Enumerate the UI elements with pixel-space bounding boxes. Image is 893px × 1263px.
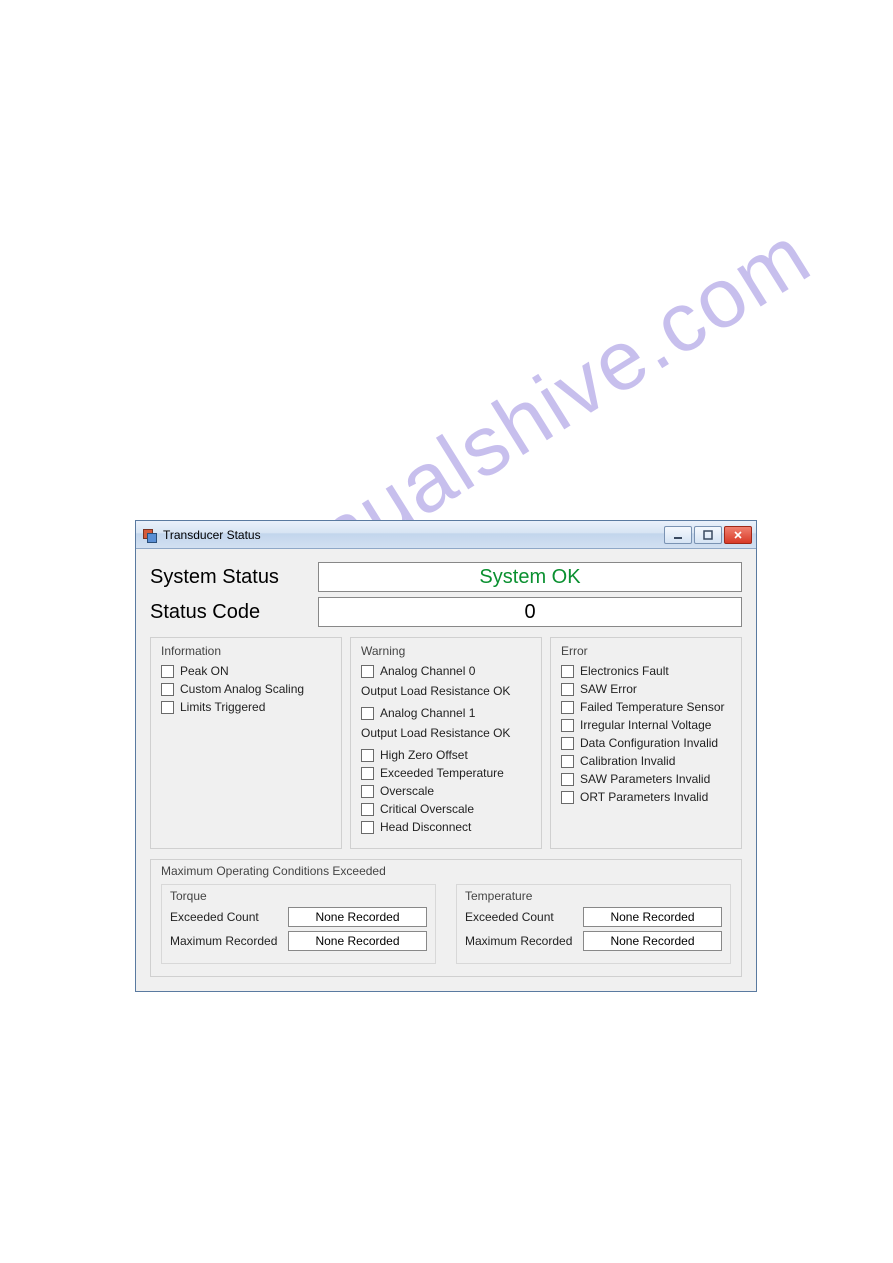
checkbox-label: Head Disconnect — [380, 820, 471, 834]
checkbox-data-configuration-invalid[interactable]: Data Configuration Invalid — [561, 736, 731, 750]
checkbox-icon — [161, 683, 174, 696]
checkbox-icon — [361, 785, 374, 798]
output-load-resistance-1: Output Load Resistance OK — [361, 726, 531, 740]
temperature-maxrec-value: None Recorded — [583, 931, 722, 951]
warning-title: Warning — [361, 644, 531, 658]
torque-exceeded-value: None Recorded — [288, 907, 427, 927]
app-icon — [142, 527, 158, 543]
checkbox-exceeded-temperature[interactable]: Exceeded Temperature — [361, 766, 531, 780]
minimize-button[interactable] — [664, 526, 692, 544]
status-code-row: Status Code 0 — [150, 597, 742, 627]
checkbox-electronics-fault[interactable]: Electronics Fault — [561, 664, 731, 678]
information-title: Information — [161, 644, 331, 658]
checkbox-saw-parameters-invalid[interactable]: SAW Parameters Invalid — [561, 772, 731, 786]
temperature-subgroup: Temperature Exceeded Count None Recorded… — [456, 884, 731, 964]
checkbox-peak-on[interactable]: Peak ON — [161, 664, 331, 678]
temperature-exceeded-value: None Recorded — [583, 907, 722, 927]
torque-title: Torque — [170, 889, 427, 903]
torque-subgroup: Torque Exceeded Count None Recorded Maxi… — [161, 884, 436, 964]
checkbox-label: Critical Overscale — [380, 802, 474, 816]
checkbox-icon — [361, 749, 374, 762]
temperature-title: Temperature — [465, 889, 722, 903]
torque-maxrec-row: Maximum Recorded None Recorded — [170, 931, 427, 951]
checkbox-label: Calibration Invalid — [580, 754, 675, 768]
checkbox-label: Analog Channel 0 — [380, 664, 475, 678]
checkbox-icon — [561, 701, 574, 714]
checkbox-icon — [361, 821, 374, 834]
checkbox-label: Peak ON — [180, 664, 229, 678]
checkbox-ort-parameters-invalid[interactable]: ORT Parameters Invalid — [561, 790, 731, 804]
checkbox-label: Limits Triggered — [180, 700, 265, 714]
error-title: Error — [561, 644, 731, 658]
checkbox-icon — [561, 773, 574, 786]
checkbox-critical-overscale[interactable]: Critical Overscale — [361, 802, 531, 816]
window-title: Transducer Status — [163, 528, 664, 542]
temperature-maxrec-row: Maximum Recorded None Recorded — [465, 931, 722, 951]
window-client-area: System Status System OK Status Code 0 In… — [136, 549, 756, 991]
transducer-status-window: Transducer Status System Status System O… — [135, 520, 757, 992]
checkbox-label: ORT Parameters Invalid — [580, 790, 708, 804]
checkbox-icon — [161, 665, 174, 678]
information-group: Information Peak ON Custom Analog Scalin… — [150, 637, 342, 849]
torque-maxrec-label: Maximum Recorded — [170, 934, 288, 948]
torque-maxrec-value: None Recorded — [288, 931, 427, 951]
checkbox-icon — [361, 803, 374, 816]
checkbox-calibration-invalid[interactable]: Calibration Invalid — [561, 754, 731, 768]
checkbox-icon — [561, 683, 574, 696]
window-titlebar[interactable]: Transducer Status — [136, 521, 756, 549]
checkbox-label: Data Configuration Invalid — [580, 736, 718, 750]
maximize-button[interactable] — [694, 526, 722, 544]
max-conditions-group: Maximum Operating Conditions Exceeded To… — [150, 859, 742, 977]
torque-exceeded-row: Exceeded Count None Recorded — [170, 907, 427, 927]
checkbox-analog-channel-1[interactable]: Analog Channel 1 — [361, 706, 531, 720]
checkbox-custom-analog-scaling[interactable]: Custom Analog Scaling — [161, 682, 331, 696]
checkbox-icon — [361, 665, 374, 678]
window-controls — [664, 526, 752, 544]
temperature-exceeded-row: Exceeded Count None Recorded — [465, 907, 722, 927]
checkbox-saw-error[interactable]: SAW Error — [561, 682, 731, 696]
status-code-label: Status Code — [150, 601, 318, 624]
checkbox-label: Irregular Internal Voltage — [580, 718, 711, 732]
checkbox-irregular-internal-voltage[interactable]: Irregular Internal Voltage — [561, 718, 731, 732]
torque-exceeded-label: Exceeded Count — [170, 910, 288, 924]
close-button[interactable] — [724, 526, 752, 544]
system-status-field: System OK — [318, 562, 742, 592]
checkbox-icon — [561, 665, 574, 678]
checkbox-label: Overscale — [380, 784, 434, 798]
checkbox-label: SAW Error — [580, 682, 637, 696]
checkbox-icon — [561, 791, 574, 804]
checkbox-icon — [561, 755, 574, 768]
checkbox-label: Custom Analog Scaling — [180, 682, 304, 696]
checkbox-overscale[interactable]: Overscale — [361, 784, 531, 798]
checkbox-limits-triggered[interactable]: Limits Triggered — [161, 700, 331, 714]
checkbox-icon — [361, 767, 374, 780]
error-group: Error Electronics Fault SAW Error Failed… — [550, 637, 742, 849]
checkbox-failed-temperature-sensor[interactable]: Failed Temperature Sensor — [561, 700, 731, 714]
checkbox-icon — [361, 707, 374, 720]
temperature-maxrec-label: Maximum Recorded — [465, 934, 583, 948]
temperature-exceeded-label: Exceeded Count — [465, 910, 583, 924]
checkbox-icon — [161, 701, 174, 714]
checkbox-label: Failed Temperature Sensor — [580, 700, 725, 714]
checkbox-head-disconnect[interactable]: Head Disconnect — [361, 820, 531, 834]
checkbox-label: Exceeded Temperature — [380, 766, 504, 780]
checkbox-label: High Zero Offset — [380, 748, 468, 762]
checkbox-label: Electronics Fault — [580, 664, 669, 678]
system-status-row: System Status System OK — [150, 562, 742, 592]
checkbox-label: Analog Channel 1 — [380, 706, 475, 720]
checkbox-analog-channel-0[interactable]: Analog Channel 0 — [361, 664, 531, 678]
output-load-resistance-0: Output Load Resistance OK — [361, 684, 531, 698]
checkbox-label: SAW Parameters Invalid — [580, 772, 710, 786]
max-conditions-title: Maximum Operating Conditions Exceeded — [161, 864, 731, 878]
checkbox-icon — [561, 737, 574, 750]
checkbox-high-zero-offset[interactable]: High Zero Offset — [361, 748, 531, 762]
status-groups: Information Peak ON Custom Analog Scalin… — [150, 637, 742, 849]
status-code-field: 0 — [318, 597, 742, 627]
checkbox-icon — [561, 719, 574, 732]
system-status-label: System Status — [150, 566, 318, 589]
warning-group: Warning Analog Channel 0 Output Load Res… — [350, 637, 542, 849]
